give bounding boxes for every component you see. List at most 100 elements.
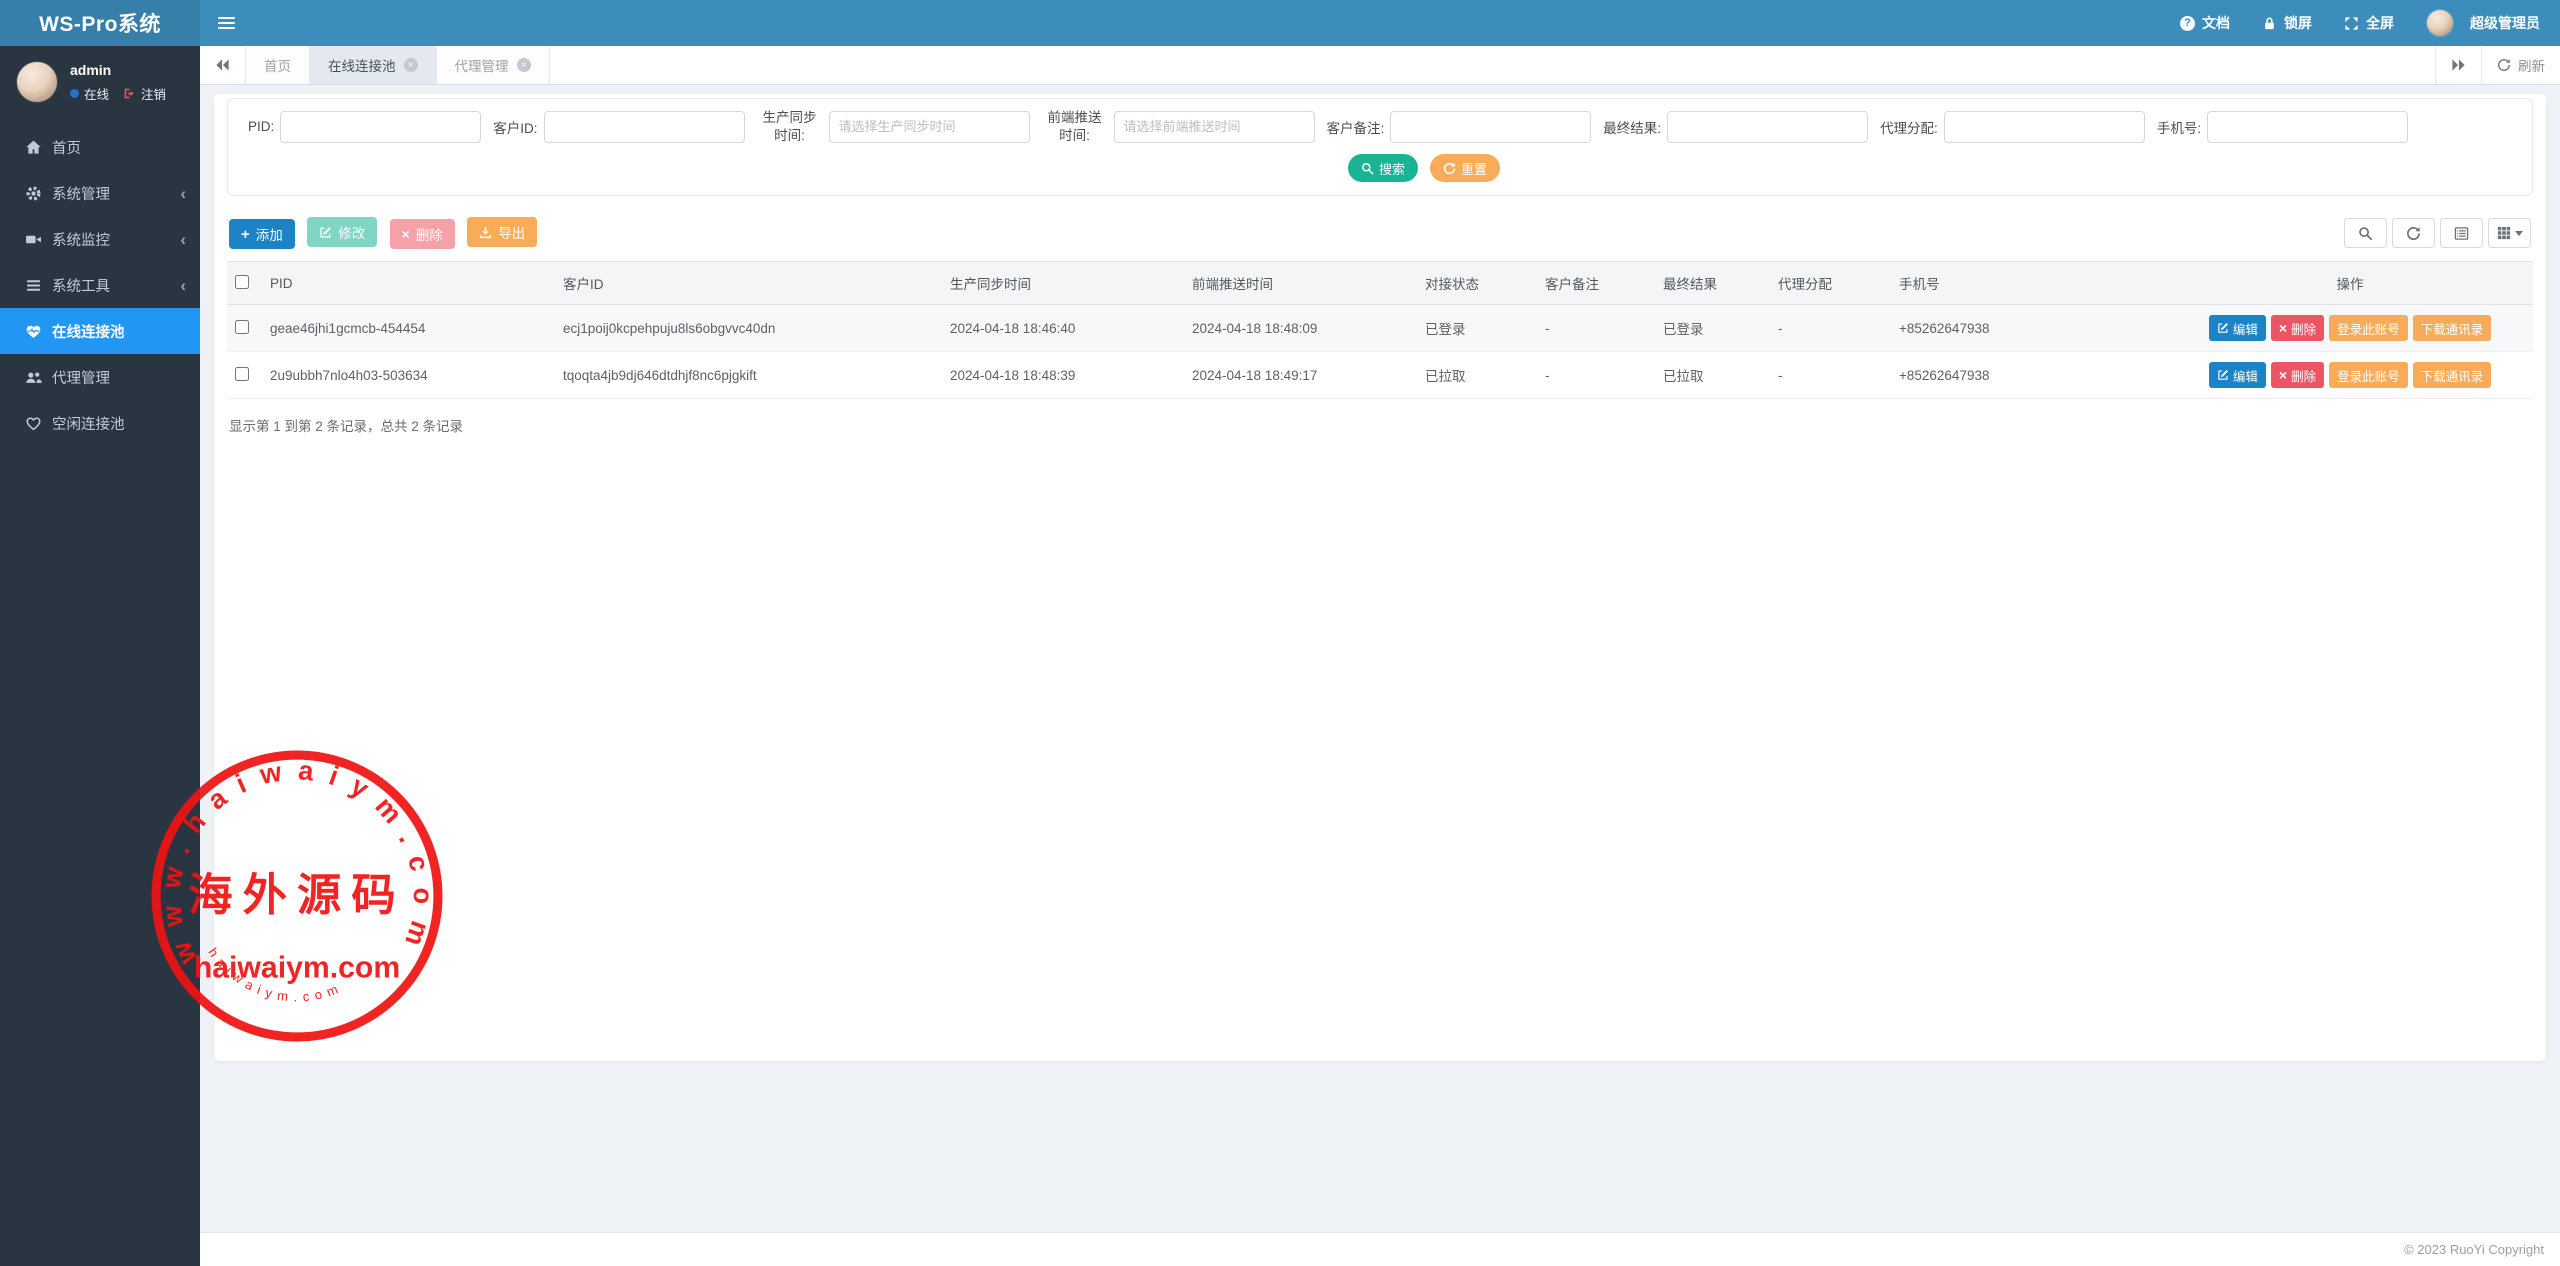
cell-pid: geae46jhi1gcmcb-454454 [262,305,555,352]
field-label: 生产同步时间: [757,109,823,144]
logout-link[interactable]: 注销 [141,84,166,103]
result-input[interactable] [1667,111,1868,143]
row-edit-button[interactable]: 编辑 [2209,362,2266,388]
field-label: 客户备注: [1327,117,1385,137]
page-tab-bar: 首页 在线连接池 代理管理 刷新 [200,46,2560,85]
row-login-account-button[interactable]: 登录此账号 [2329,315,2408,341]
lock-icon [2262,16,2277,31]
tab-agent-manage[interactable]: 代理管理 [437,46,550,84]
table-detail-view-button[interactable] [2440,218,2483,248]
gear-icon [25,185,42,202]
search-field-push-time: 前端推送时间: [1042,109,1315,144]
field-label: 代理分配: [1880,117,1938,137]
user-name: admin [70,62,166,78]
pid-input[interactable] [280,111,481,143]
reset-button[interactable]: 重置 [1430,154,1500,182]
search-field-pid: PID: [248,111,481,143]
tab-refresh-button[interactable]: 刷新 [2481,46,2560,84]
edit-icon [2217,369,2229,381]
cell-phone: +85262647938 [1891,352,2167,399]
page-footer: © 2023 RuoYi Copyright [200,1232,2560,1266]
phone-input[interactable] [2207,111,2408,143]
remark-input[interactable] [1390,111,1591,143]
cell-sync-time: 2024-04-18 18:46:40 [942,305,1184,352]
row-download-contacts-button[interactable]: 下载通讯录 [2413,315,2492,341]
field-label: PID: [248,119,274,134]
row-delete-button[interactable]: 删除 [2271,362,2324,388]
cell-client-id: ecj1poij0kcpehpuju8ls6obgvvc40dn [555,305,942,352]
search-button[interactable]: 搜索 [1348,154,1418,182]
tabs-scroll-left-button[interactable] [200,46,246,84]
chevron-left-icon [180,277,186,294]
sidebar-item-home[interactable]: 首页 [0,124,200,170]
add-button[interactable]: 添加 [229,219,295,249]
chevron-left-icon [180,231,186,248]
fullscreen-link[interactable]: 全屏 [2344,13,2394,33]
table-toolbar: 添加 修改 删除 导出 [229,217,2531,249]
table-header-row: PID 客户ID 生产同步时间 前端推送时间 对接状态 客户备注 最终结果 代理… [227,262,2533,305]
push-time-input[interactable] [1114,111,1315,143]
row-checkbox[interactable] [235,367,249,381]
delete-button[interactable]: 删除 [390,219,455,249]
client-id-input[interactable] [544,111,745,143]
cell-agent: - [1770,305,1891,352]
column-header-pid: PID [262,262,555,305]
brand-logo: WS-Pro系统 [0,0,200,46]
avatar[interactable] [2426,9,2454,37]
docs-label: 文档 [2202,13,2230,33]
tab-online-pool[interactable]: 在线连接池 [310,46,437,84]
sidebar-item-system-tools[interactable]: 系统工具 [0,262,200,308]
column-header-status: 对接状态 [1417,262,1537,305]
column-header-sync-time: 生产同步时间 [942,262,1184,305]
refresh-icon [2497,58,2511,72]
select-all-checkbox[interactable] [235,275,249,289]
tabs-scroll-right-button[interactable] [2435,46,2481,84]
field-label: 手机号: [2157,117,2201,137]
column-header-result: 最终结果 [1655,262,1770,305]
search-field-sync-time: 生产同步时间: [757,109,1030,144]
docs-link[interactable]: 文档 [2180,13,2230,33]
agent-input[interactable] [1944,111,2145,143]
user-menu[interactable]: 超级管理员 [2470,13,2540,33]
column-header-client-id: 客户ID [555,262,942,305]
chevron-left-icon [180,185,186,202]
sidebar-item-idle-pool[interactable]: 空闲连接池 [0,400,200,446]
sidebar-item-online-pool[interactable]: 在线连接池 [0,308,200,354]
edit-button[interactable]: 修改 [307,217,377,247]
sidebar-item-system-manage[interactable]: 系统管理 [0,170,200,216]
online-dot-icon [70,89,79,98]
table-search-toggle-button[interactable] [2344,218,2387,248]
fullscreen-label: 全屏 [2366,13,2394,33]
home-icon [25,139,42,156]
copyright-text: © 2023 RuoYi Copyright [2404,1242,2544,1257]
fullscreen-icon [2344,16,2359,31]
field-label: 客户ID: [493,117,537,137]
row-delete-button[interactable]: 删除 [2271,315,2324,341]
avatar [16,61,58,103]
cell-status: 已拉取 [1417,352,1537,399]
sidebar-toggle-button[interactable] [200,0,252,46]
search-icon [1361,162,1374,175]
user-role-label: 超级管理员 [2470,13,2540,33]
user-panel: admin 在线 注销 [0,46,200,118]
lock-screen-link[interactable]: 锁屏 [2262,13,2312,33]
table-refresh-button[interactable] [2392,218,2435,248]
tab-home[interactable]: 首页 [246,46,310,84]
cell-result: 已拉取 [1655,352,1770,399]
row-login-account-button[interactable]: 登录此账号 [2329,362,2408,388]
close-icon[interactable] [517,58,531,72]
edit-icon [319,226,332,239]
sync-time-input[interactable] [829,111,1030,143]
sidebar-item-label: 系统监控 [52,229,110,250]
sidebar-item-system-monitor[interactable]: 系统监控 [0,216,200,262]
table-columns-button[interactable] [2488,218,2531,248]
chevron-down-icon [2515,231,2523,236]
row-checkbox[interactable] [235,320,249,334]
sidebar-item-agent-manage[interactable]: 代理管理 [0,354,200,400]
row-download-contacts-button[interactable]: 下载通讯录 [2413,362,2492,388]
export-button[interactable]: 导出 [467,217,537,247]
tab-label: 首页 [264,55,291,75]
close-icon[interactable] [404,58,418,72]
row-edit-button[interactable]: 编辑 [2209,315,2266,341]
cell-pid: 2u9ubbh7nlo4h03-503634 [262,352,555,399]
